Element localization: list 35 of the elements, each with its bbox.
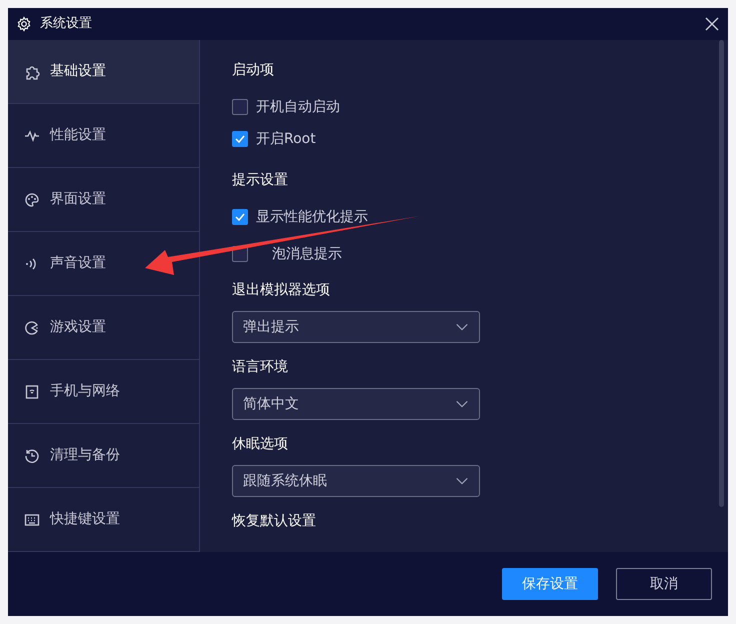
section-heading: 启动项: [232, 61, 275, 80]
checkbox-label: 显示性能优化提示: [256, 208, 368, 226]
palette-icon: [24, 192, 40, 208]
section-heading: 退出模拟器选项: [232, 281, 331, 300]
section-heading: 恢复默认设置: [232, 512, 317, 531]
settings-icon: [16, 16, 32, 32]
window-title: 系统设置: [40, 15, 92, 34]
sidebar-item[interactable]: 基础设置: [8, 40, 199, 104]
section-heading: 语言环境: [232, 358, 289, 377]
close-button[interactable]: [704, 16, 720, 32]
checkbox[interactable]: [232, 99, 248, 115]
cancel-button[interactable]: 取消: [616, 568, 712, 600]
checkbox-label: 泡消息提示: [271, 244, 342, 264]
dropdown[interactable]: 简体中文: [232, 388, 480, 420]
checkbox-label: 开机自动启动: [256, 98, 340, 116]
checkmark-icon: [234, 133, 246, 145]
sidebar-item[interactable]: 清理与备份: [8, 424, 199, 488]
checkbox[interactable]: [232, 209, 248, 225]
checkmark-icon: [234, 211, 246, 223]
checkbox-label: 开启Root: [256, 130, 316, 148]
sidebar-item[interactable]: 游戏设置: [8, 296, 199, 360]
pie-icon: [24, 320, 40, 336]
scrollbar[interactable]: [719, 40, 724, 507]
section-heading: 提示设置: [232, 171, 289, 190]
puzzle-icon: [24, 64, 40, 80]
history-icon: [24, 448, 40, 464]
section-heading: 休眠选项: [232, 435, 289, 454]
phone-wifi-icon: [24, 384, 40, 400]
keyboard-icon: [24, 512, 40, 528]
dropdown[interactable]: 跟随系统休眠: [232, 465, 480, 497]
sidebar-item[interactable]: 性能设置: [8, 104, 199, 168]
dropdown[interactable]: 弹出提示: [232, 311, 480, 343]
sidebar-item[interactable]: 界面设置: [8, 168, 199, 232]
checkbox[interactable]: [232, 131, 248, 147]
sidebar-item[interactable]: 手机与网络: [8, 360, 199, 424]
